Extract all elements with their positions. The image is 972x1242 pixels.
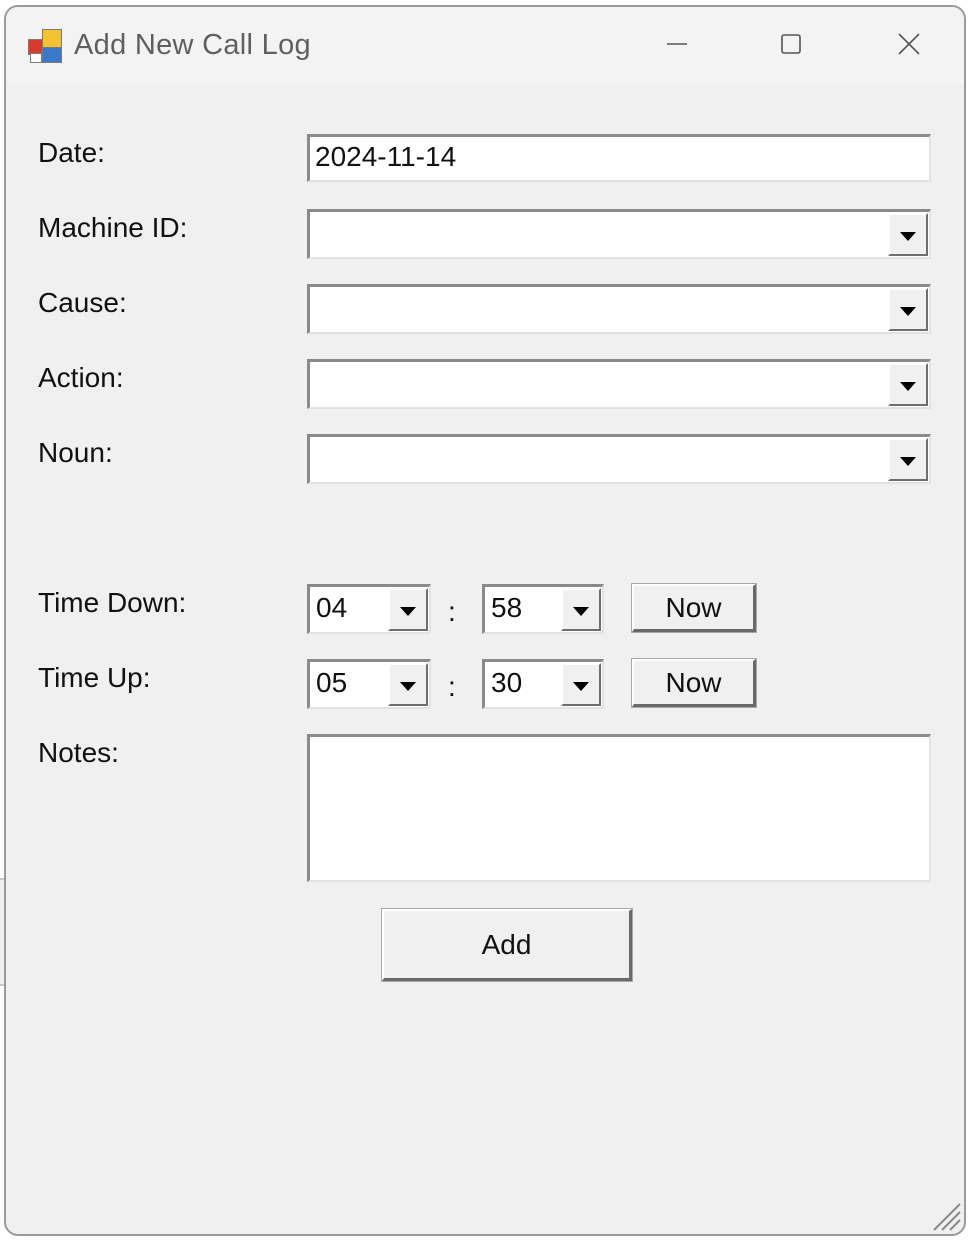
- add-call-log-dialog: Add New Call Log Date: 2024-11-14 Machin…: [4, 5, 966, 1236]
- chevron-down-icon: [900, 381, 916, 391]
- minimize-icon: [667, 43, 687, 45]
- action-label: Action:: [38, 362, 124, 393]
- window-title: Add New Call Log: [74, 29, 311, 61]
- time-down-hour-dropdown-button[interactable]: [388, 588, 428, 631]
- resize-grip-icon[interactable]: [928, 1198, 962, 1232]
- machine-id-combobox[interactable]: [307, 209, 931, 259]
- add-button[interactable]: Add: [382, 909, 632, 981]
- maximize-button[interactable]: [756, 21, 826, 67]
- time-down-now-button[interactable]: Now: [632, 584, 756, 632]
- notes-textarea[interactable]: [307, 734, 931, 882]
- time-down-hour-combobox[interactable]: 04: [307, 584, 431, 634]
- time-down-label: Time Down:: [38, 587, 187, 618]
- app-icon: [28, 29, 64, 63]
- time-up-separator: :: [448, 671, 456, 702]
- date-field[interactable]: 2024-11-14: [307, 134, 931, 182]
- time-down-hour-value: 04: [316, 592, 348, 623]
- noun-dropdown-button[interactable]: [888, 438, 928, 481]
- time-down-separator: :: [448, 596, 456, 627]
- date-value: 2024-11-14: [315, 141, 457, 172]
- time-down-minute-combobox[interactable]: 58: [482, 584, 604, 634]
- chevron-down-icon: [573, 681, 589, 691]
- noun-label: Noun:: [38, 437, 113, 468]
- time-up-hour-value: 05: [316, 667, 348, 698]
- time-up-now-button[interactable]: Now: [632, 659, 756, 707]
- chevron-down-icon: [400, 606, 416, 616]
- time-up-hour-combobox[interactable]: 05: [307, 659, 431, 709]
- chevron-down-icon: [900, 456, 916, 466]
- time-up-label: Time Up:: [38, 662, 151, 693]
- chevron-down-icon: [900, 231, 916, 241]
- noun-combobox[interactable]: [307, 434, 931, 484]
- time-up-minute-value: 30: [491, 667, 523, 698]
- action-combobox[interactable]: [307, 359, 931, 409]
- chevron-down-icon: [400, 681, 416, 691]
- cause-dropdown-button[interactable]: [888, 288, 928, 331]
- cause-label: Cause:: [38, 287, 127, 318]
- cause-combobox[interactable]: [307, 284, 931, 334]
- chevron-down-icon: [573, 606, 589, 616]
- maximize-icon: [781, 34, 801, 54]
- time-up-minute-combobox[interactable]: 30: [482, 659, 604, 709]
- time-up-hour-dropdown-button[interactable]: [388, 663, 428, 706]
- machine-id-label: Machine ID:: [38, 212, 188, 243]
- close-icon: [898, 33, 920, 55]
- chevron-down-icon: [900, 306, 916, 316]
- date-label: Date:: [38, 137, 105, 168]
- time-down-minute-dropdown-button[interactable]: [561, 588, 601, 631]
- machine-id-dropdown-button[interactable]: [888, 213, 928, 256]
- close-button[interactable]: [874, 21, 944, 67]
- action-dropdown-button[interactable]: [888, 363, 928, 406]
- notes-label: Notes:: [38, 737, 119, 768]
- minimize-button[interactable]: [642, 21, 712, 67]
- title-bar[interactable]: Add New Call Log: [6, 7, 964, 85]
- time-up-minute-dropdown-button[interactable]: [561, 663, 601, 706]
- time-down-minute-value: 58: [491, 592, 523, 623]
